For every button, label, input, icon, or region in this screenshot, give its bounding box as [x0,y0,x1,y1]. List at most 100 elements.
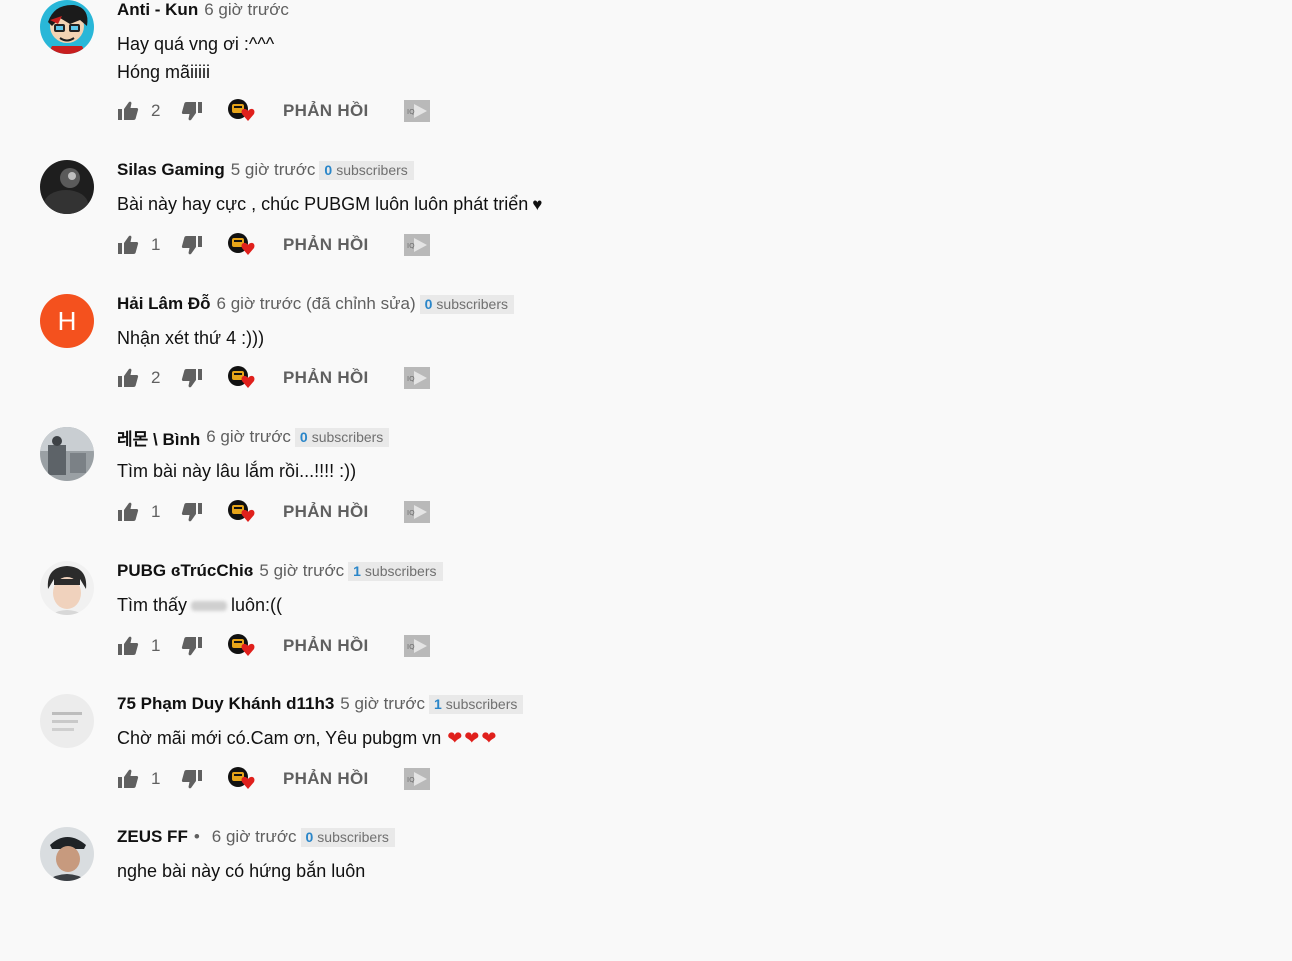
heart-emoji: ❤ [447,728,463,748]
avatar-letter: H [58,306,77,336]
like-count: 1 [151,636,161,655]
avatar[interactable] [40,427,94,481]
black-heart-emoji: ♥ [532,195,543,214]
subscriber-badge: 0 subscribers [319,160,414,180]
reply-button[interactable]: PHẢN HỒI [283,368,369,388]
svg-text:IQ: IQ [407,108,415,116]
iq-extension-icon[interactable]: IQ [403,233,431,257]
comment-actions: 1 PHẢN HỒI IQ [117,498,431,526]
thumbs-down-icon[interactable] [181,501,203,523]
comment-time[interactable]: 5 giờ trước [259,561,344,581]
avatar[interactable] [40,827,94,881]
subscriber-badge: 1 subscribers [348,561,443,581]
subscriber-label: subscribers [317,828,389,845]
avatar[interactable] [40,694,94,748]
avatar[interactable] [40,160,94,214]
like-count: 2 [151,101,161,120]
iq-extension-icon[interactable]: IQ [403,500,431,524]
comment-author[interactable]: Silas Gaming [117,160,225,180]
reply-button[interactable]: PHẢN HỒI [283,502,369,522]
like-count: 2 [151,368,161,387]
comment-thread: H Hải Lâm Đỗ 6 giờ trước (đã chỉnh sửa) … [0,294,1292,428]
comment-thread: Anti - Kun 6 giờ trước Hay quá vng ơi :^… [0,0,1292,134]
comment-line: Hóng mãiiiii [117,62,211,82]
subscriber-label: subscribers [364,562,437,579]
avatar[interactable]: H [40,294,94,348]
comments-list: Anti - Kun 6 giờ trước Hay quá vng ơi :^… [0,0,1292,881]
thumbs-up-icon[interactable] [117,100,139,122]
comment-text: Tìm bài này lâu lắm rồi...!!!! :)) [117,457,356,485]
creator-heart-icon [227,765,257,793]
comment-author[interactable]: 레몬 \ Bình [117,425,200,450]
reply-button[interactable]: PHẢN HỒI [283,235,369,255]
comment-line: Tìm thấy [117,595,188,615]
comment-thread: 75 Phạm Duy Khánh d11h3 5 giờ trước 1 sub… [0,694,1292,828]
subscriber-label: subscribers [336,161,408,178]
thumbs-down-icon[interactable] [181,768,203,790]
comment-line: nghe bài này có hứng bắn luôn [117,861,366,881]
subscriber-label: subscribers [311,428,384,445]
iq-extension-icon[interactable]: IQ [403,366,431,390]
comment-text: Bài này hay cực , chúc PUBGM luôn luôn p… [117,190,542,219]
iq-extension-icon[interactable]: IQ [403,767,431,791]
comment-thread: Silas Gaming 5 giờ trước 0 subscribers Bà… [0,160,1292,294]
comment-author[interactable]: Hải Lâm Đỗ [117,294,211,314]
comment-time[interactable]: 6 giờ trước (đã chỉnh sửa) [217,294,416,314]
thumbs-down-icon[interactable] [181,100,203,122]
comment-time[interactable]: 5 giờ trước [340,694,425,714]
reply-button[interactable]: PHẢN HỒI [283,636,369,656]
comment-time[interactable]: 5 giờ trước [231,160,316,180]
comment-thread: ZEUS FF • 6 giờ trước 0 subscribers nghe … [0,827,1292,961]
thumbs-up-icon[interactable] [117,367,139,389]
comment-time[interactable]: 6 giờ trước [212,827,297,847]
comment-time[interactable]: 6 giờ trước [204,0,289,20]
subscriber-label: subscribers [436,295,508,312]
thumbs-up-icon[interactable] [117,635,139,657]
comment-actions: 2 PHẢN HỒI IQ [117,97,431,125]
comment-text: Nhận xét thứ 4 :))) [117,324,264,352]
reply-button[interactable]: PHẢN HỒI [283,101,369,121]
thumbs-up-icon[interactable] [117,501,139,523]
subscriber-count: 0 [305,828,314,845]
svg-text:IQ: IQ [407,643,415,651]
creator-heart-icon [227,231,257,259]
thumbs-up-icon[interactable] [117,768,139,790]
iq-extension-icon[interactable]: IQ [403,634,431,658]
subscriber-badge: 0 subscribers [419,294,514,314]
comment-actions: 2 PHẢN HỒI IQ [117,364,431,392]
svg-text:IQ: IQ [407,242,415,250]
comment-actions: 1 PHẢN HỒI IQ [117,765,431,793]
creator-heart-icon [227,97,257,125]
comment-author[interactable]: ZEUS FF [117,827,188,847]
comment-line: Bài này hay cực , chúc PUBGM luôn luôn p… [117,194,529,214]
svg-text:IQ: IQ [407,509,415,517]
avatar[interactable] [40,561,94,615]
thumbs-down-icon[interactable] [181,635,203,657]
comment-author[interactable]: 75 Phạm Duy Khánh d11h3 [117,694,334,714]
comment-text: Chờ mãi mới có.Cam ơn, Yêu pubgm vn ❤ ❤ ❤ [117,724,498,752]
comment-actions: 1 PHẢN HỒI IQ [117,632,431,660]
heart-emoji: ❤ [464,728,480,748]
comment-line: luôn:(( [231,595,283,615]
blurred-word [191,601,228,612]
creator-heart-icon [227,632,257,660]
comment-thread: PUBG ɞTrúcChiɞ 5 giờ trước 1 subscribers … [0,561,1292,695]
subscriber-badge: 1 subscribers [429,694,524,714]
comment-text: Tìm thấy luôn:(( [117,591,282,619]
thumbs-down-icon[interactable] [181,367,203,389]
comment-time[interactable]: 6 giờ trước [206,427,291,447]
thumbs-up-icon[interactable] [117,234,139,256]
comment-line: Nhận xét thứ 4 :))) [117,328,265,348]
comment-author[interactable]: PUBG ɞTrúcChiɞ [117,561,253,581]
reply-button[interactable]: PHẢN HỒI [283,769,369,789]
comment-author[interactable]: Anti - Kun [117,0,198,20]
iq-extension-icon[interactable]: IQ [403,99,431,123]
avatar[interactable] [40,0,94,54]
thumbs-down-icon[interactable] [181,234,203,256]
creator-heart-icon [227,364,257,392]
heart-emojis: ❤ ❤ ❤ [447,728,498,748]
like-count: 1 [151,502,161,521]
comment-actions: 1 PHẢN HỒI IQ [117,231,431,259]
separator-dot: • [193,827,200,846]
comment-thread: 레몬 \ Bình 6 giờ trước 0 subscribers Tìm b… [0,427,1292,561]
